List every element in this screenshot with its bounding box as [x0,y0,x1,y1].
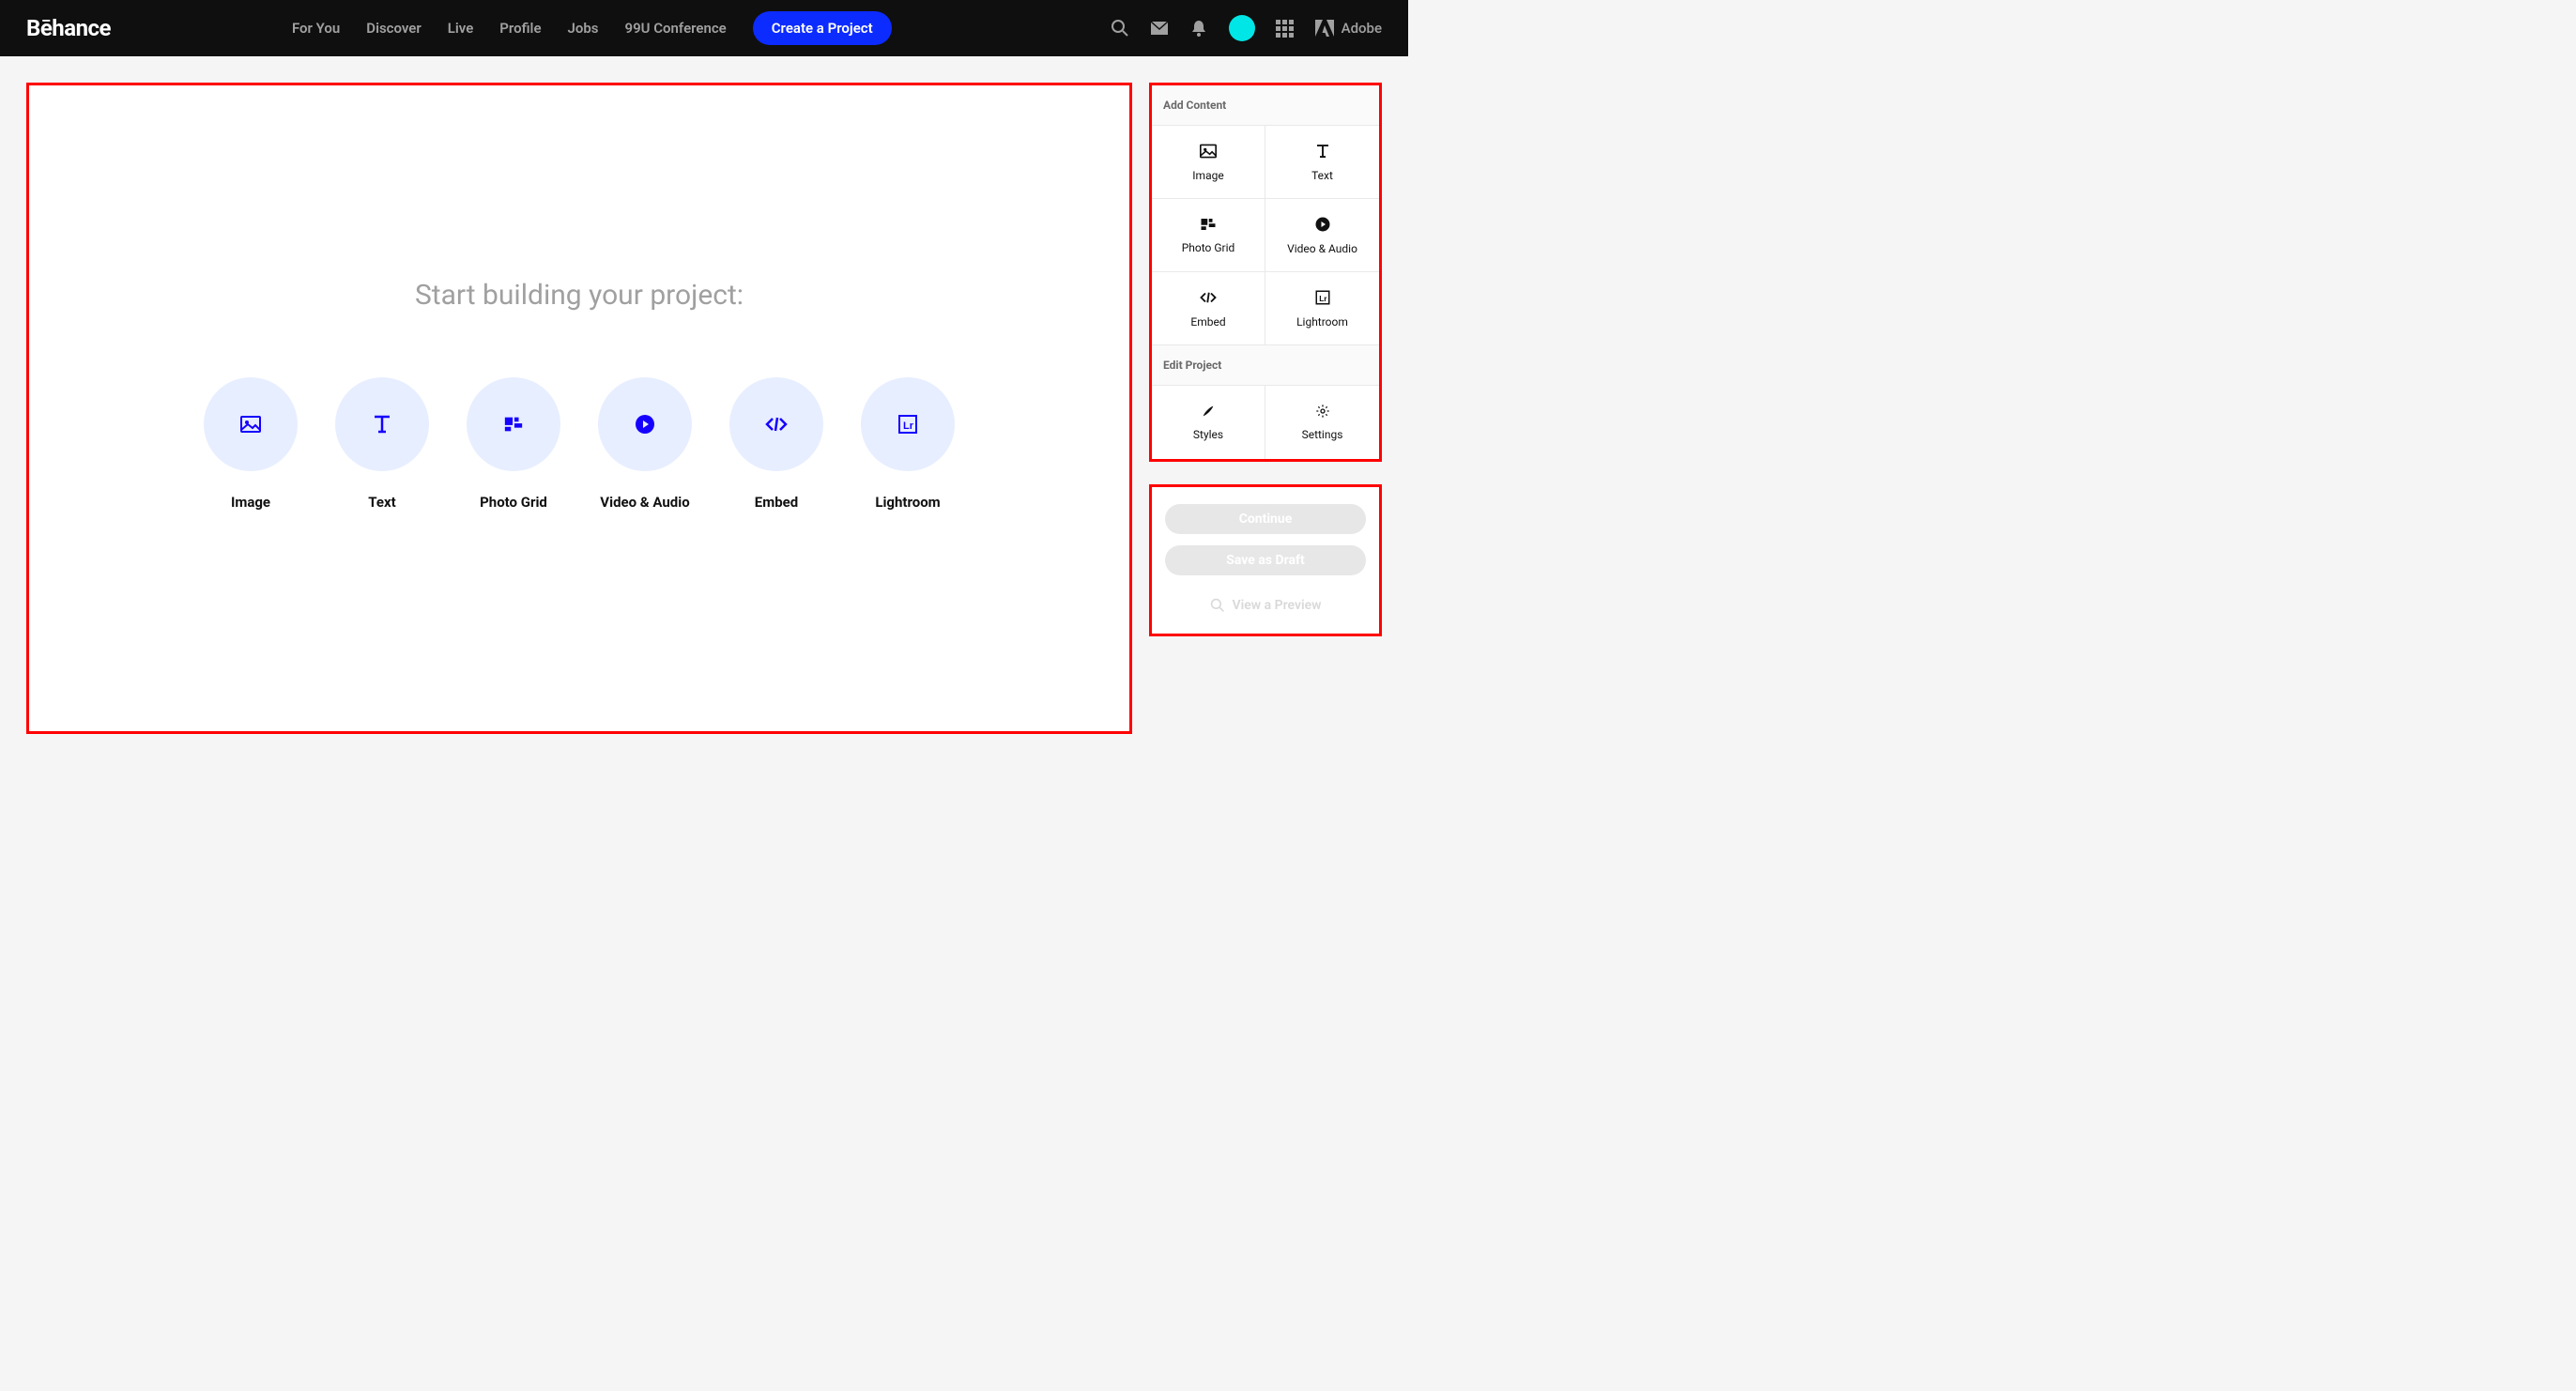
sidebar-add-photo-grid[interactable]: Photo Grid [1152,199,1265,272]
edit-project-heading: Edit Project [1152,345,1379,386]
photo-grid-icon [1200,217,1217,232]
add-video-audio-tile[interactable]: Video & Audio [598,377,692,511]
add-embed-label: Embed [755,494,798,511]
edit-project-grid: Styles Settings [1152,386,1379,459]
continue-button[interactable]: Continue [1165,504,1366,534]
view-preview-label: View a Preview [1233,598,1322,613]
view-preview-link[interactable]: View a Preview [1210,598,1322,613]
gear-icon [1315,404,1330,419]
nav-live[interactable]: Live [448,20,474,37]
sidebar-add-photo-grid-label: Photo Grid [1182,241,1235,254]
sidebar-settings[interactable]: Settings [1265,386,1379,459]
apps-icon[interactable] [1276,19,1295,38]
photo-grid-icon [467,377,560,471]
add-embed-tile[interactable]: Embed [729,377,823,511]
nav-for-you[interactable]: For You [292,20,340,37]
behance-logo[interactable]: Bēhance [26,15,111,41]
text-icon [335,377,429,471]
sidebar-styles[interactable]: Styles [1152,386,1265,459]
add-image-tile[interactable]: Image [204,377,298,511]
nav-profile[interactable]: Profile [499,20,541,37]
adobe-link[interactable]: Adobe [1315,20,1382,37]
actions-panel: Continue Save as Draft View a Preview [1149,484,1382,636]
play-icon [598,377,692,471]
sidebar-add-embed-label: Embed [1190,315,1225,329]
nav-discover[interactable]: Discover [366,20,421,37]
lightroom-icon [861,377,955,471]
add-lightroom-tile[interactable]: Lightroom [861,377,955,511]
sidebar-add-lightroom[interactable]: Lightroom [1265,272,1379,345]
bell-icon[interactable] [1189,19,1208,38]
add-photo-grid-label: Photo Grid [480,494,547,511]
add-content-grid: Image Text Photo Grid Video & Audio Embe… [1152,126,1379,345]
add-text-label: Text [368,494,395,511]
embed-icon [729,377,823,471]
text-icon [1314,143,1331,160]
sidebar-add-lightroom-label: Lightroom [1296,315,1348,329]
right-sidebar: Add Content Image Text Photo Grid Video … [1149,83,1382,734]
sidebar-add-video-audio-label: Video & Audio [1287,242,1357,255]
image-icon [1199,143,1218,160]
search-icon [1210,598,1225,613]
sidebar-add-image[interactable]: Image [1152,126,1265,199]
tools-panel: Add Content Image Text Photo Grid Video … [1149,83,1382,462]
sidebar-add-video-audio[interactable]: Video & Audio [1265,199,1379,272]
image-icon [204,377,298,471]
adobe-icon [1315,20,1334,37]
sidebar-settings-label: Settings [1302,428,1343,441]
sidebar-add-image-label: Image [1192,169,1223,182]
header-actions: Adobe [1111,15,1382,41]
brush-icon [1201,404,1216,419]
sidebar-add-text-label: Text [1311,169,1333,182]
content-type-row: Image Text Photo Grid Video & Audio Embe… [204,377,955,511]
project-canvas[interactable]: Start building your project: Image Text … [26,83,1132,734]
nav-conference[interactable]: 99U Conference [625,20,727,37]
sidebar-add-text[interactable]: Text [1265,126,1379,199]
embed-icon [1199,289,1218,306]
add-lightroom-label: Lightroom [875,494,940,511]
create-project-button[interactable]: Create a Project [753,11,892,45]
save-draft-button[interactable]: Save as Draft [1165,545,1366,575]
top-nav: Bēhance For You Discover Live Profile Jo… [0,0,1408,56]
primary-nav: For You Discover Live Profile Jobs 99U C… [292,11,892,45]
lightroom-icon [1314,289,1331,306]
sidebar-add-embed[interactable]: Embed [1152,272,1265,345]
add-photo-grid-tile[interactable]: Photo Grid [467,377,560,511]
search-icon[interactable] [1111,19,1129,38]
nav-jobs[interactable]: Jobs [568,20,599,37]
mail-icon[interactable] [1150,19,1169,38]
add-video-audio-label: Video & Audio [600,494,689,511]
avatar[interactable] [1229,15,1255,41]
add-text-tile[interactable]: Text [335,377,429,511]
adobe-label: Adobe [1342,20,1382,37]
add-content-heading: Add Content [1152,85,1379,126]
canvas-title: Start building your project: [415,279,744,312]
workspace: Start building your project: Image Text … [0,56,1408,760]
sidebar-styles-label: Styles [1193,428,1223,441]
play-icon [1314,216,1331,233]
add-image-label: Image [231,494,270,511]
